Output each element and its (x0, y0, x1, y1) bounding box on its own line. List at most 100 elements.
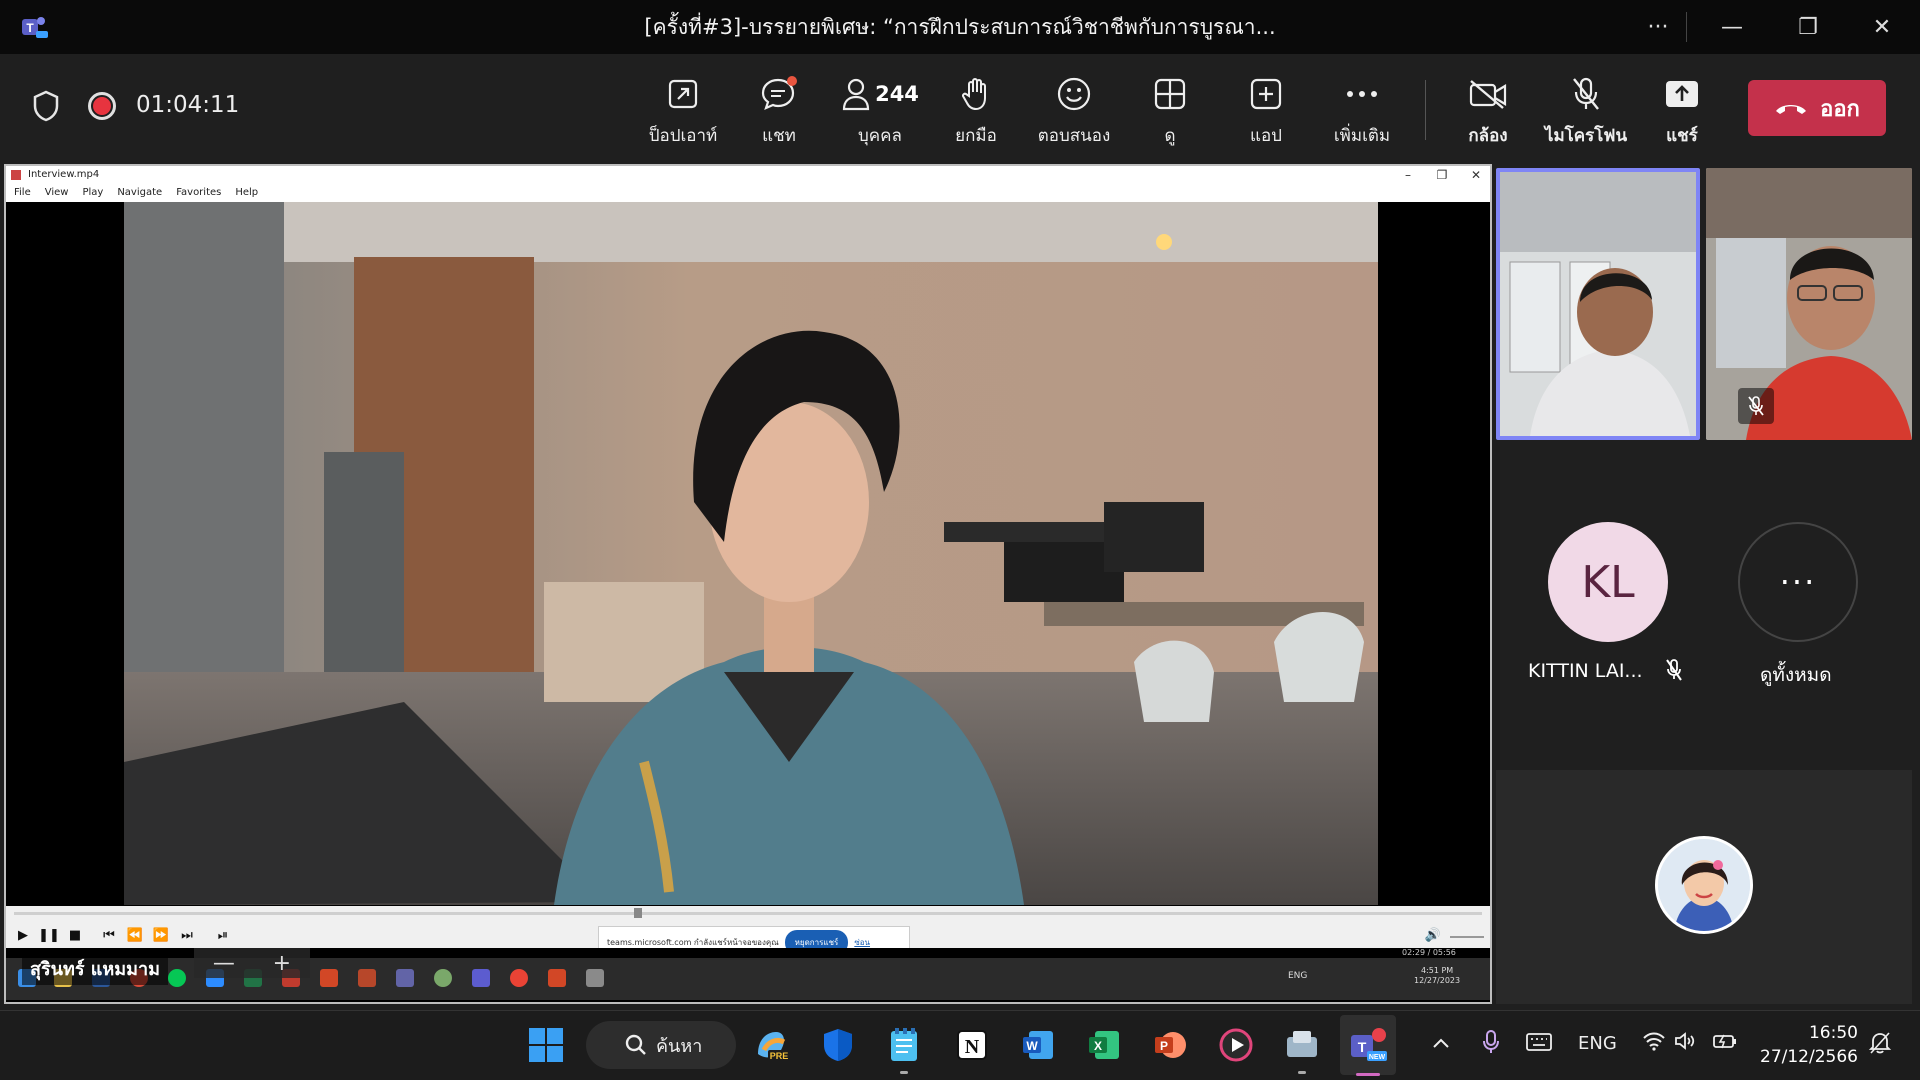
menu-play[interactable]: Play (82, 184, 103, 202)
participant-avatar-kl[interactable]: KL (1548, 522, 1668, 642)
inner-lang: ENG (1288, 971, 1308, 981)
menu-file[interactable]: File (14, 184, 31, 202)
svg-text:NEW: NEW (1369, 1054, 1386, 1061)
word-taskbar-icon[interactable]: W (1018, 1025, 1058, 1065)
share-button[interactable]: แชร์ (1634, 72, 1730, 156)
view-button[interactable]: ดู (1122, 72, 1218, 156)
share-label: แชร์ (1666, 126, 1698, 146)
more-options-button[interactable]: ··· (1628, 0, 1688, 54)
sharing-notice-text: teams.microsoft.com กำลังแชร์หน้าจอของคุ… (607, 937, 779, 947)
language-indicator[interactable]: ENG (1578, 1033, 1617, 1054)
toolbar-divider (1425, 80, 1426, 140)
inner-clock: 4:51 PM 12/27/2023 (1414, 966, 1460, 986)
keyboard-icon[interactable] (1526, 1033, 1552, 1056)
seek-thumb[interactable] (634, 908, 642, 918)
mic-button[interactable]: ไมโครโฟน (1536, 72, 1636, 156)
player-restore-icon[interactable]: ❐ (1424, 166, 1460, 184)
hang-up-icon (1776, 105, 1807, 114)
apps-button[interactable]: แอป (1218, 72, 1314, 156)
fast-forward-icon[interactable]: ⏩ (150, 926, 172, 946)
people-label: บุคคล (858, 126, 902, 146)
play-icon[interactable]: ▶ (12, 926, 34, 946)
menu-view[interactable]: View (45, 184, 69, 202)
app2-icon (434, 969, 452, 987)
restore-button[interactable]: ❐ (1778, 0, 1838, 54)
menu-navigate[interactable]: Navigate (117, 184, 162, 202)
more-button[interactable]: เพิ่มเติม (1314, 72, 1410, 156)
app-icon (358, 969, 376, 987)
share-icon (1664, 72, 1700, 116)
participant-video-tile-2[interactable] (1706, 168, 1912, 440)
video-content (124, 202, 1378, 905)
rewind-icon[interactable]: ⏪ (124, 926, 146, 946)
menu-help[interactable]: Help (235, 184, 258, 202)
taskbar-search[interactable]: ค้นหา (586, 1021, 736, 1069)
volume-taskbar-icon[interactable] (1674, 1031, 1696, 1056)
view-all-label: ดูทั้งหมด (1760, 664, 1832, 686)
divider (1686, 12, 1687, 42)
volume-slider[interactable] (1450, 936, 1484, 938)
wifi-icon[interactable] (1642, 1031, 1666, 1056)
camera-off-icon (1468, 72, 1508, 116)
clock-date: 27/12/2566 (1760, 1047, 1858, 1067)
inner-clock-date: 12/27/2023 (1414, 976, 1461, 985)
media-player-title: Interview.mp4 (6, 166, 1490, 184)
stop-icon[interactable]: ■ (64, 926, 86, 946)
player-close-icon[interactable]: ✕ (1458, 166, 1490, 184)
microphone-icon[interactable] (1482, 1029, 1500, 1060)
battery-icon[interactable] (1712, 1031, 1738, 1056)
raise-hand-button[interactable]: ยกมือ (928, 72, 1024, 156)
leave-button[interactable]: ออก (1748, 80, 1886, 136)
frame-step-icon[interactable]: ⏯ (212, 926, 234, 946)
app-folder-icon[interactable] (1282, 1025, 1322, 1065)
zoom-controls: — + (194, 948, 310, 978)
defender-shield-icon[interactable] (818, 1025, 858, 1065)
show-hidden-icons[interactable] (1432, 1033, 1450, 1054)
clock-time: 16:50 (1808, 1023, 1858, 1043)
ellipsis-icon (1345, 72, 1379, 116)
menu-favorites[interactable]: Favorites (176, 184, 221, 202)
kl-muted-icon (1664, 658, 1684, 686)
camera-button[interactable]: กล้อง (1440, 72, 1536, 156)
react-button[interactable]: ตอบสนอง (1024, 72, 1124, 156)
shield-icon[interactable] (32, 90, 60, 126)
popout-icon (666, 72, 700, 116)
media-play-icon[interactable] (1216, 1025, 1256, 1065)
close-button[interactable]: ✕ (1852, 0, 1912, 54)
svg-text:N: N (965, 1036, 980, 1058)
chat-button[interactable]: แชท (731, 72, 827, 156)
people-button[interactable]: 244 บุคคล (830, 72, 930, 156)
volume-icon[interactable]: 🔊 (1422, 926, 1444, 946)
self-avatar[interactable] (1655, 836, 1753, 934)
view-all-button[interactable]: ··· (1738, 522, 1858, 642)
chat-label: แชท (762, 126, 796, 146)
zoom-in-icon[interactable]: + (273, 951, 291, 976)
seek-bar[interactable] (14, 912, 1482, 915)
windows-start-icon[interactable] (526, 1025, 566, 1065)
participant-video-tile-1[interactable] (1496, 168, 1700, 440)
powerpoint-icon (320, 969, 338, 987)
powerpoint2-icon (548, 969, 566, 987)
teams-taskbar-icon[interactable]: T NEW (1348, 1025, 1388, 1065)
previous-icon[interactable]: ⏮ (98, 926, 120, 946)
copilot-icon[interactable]: PRE (752, 1025, 792, 1065)
player-minimize-icon[interactable]: – (1390, 166, 1426, 184)
presenter-name: สุรินทร์ แหมมาม (22, 952, 168, 985)
apps-label: แอป (1250, 126, 1282, 146)
svg-text:P: P (1160, 1039, 1168, 1053)
next-icon[interactable]: ⏭ (176, 926, 198, 946)
grid-icon (1153, 72, 1187, 116)
notification-bell-icon[interactable] (1868, 1031, 1892, 1060)
popout-button[interactable]: ป็อปเอาท์ (635, 72, 731, 156)
zoom-out-icon[interactable]: — (213, 951, 235, 976)
taskbar-clock[interactable]: 16:50 27/12/2566 (1760, 1021, 1858, 1069)
minimize-button[interactable]: — (1702, 0, 1762, 54)
playback-time: 02:29 / 05:56 (1402, 948, 1456, 957)
excel-taskbar-icon[interactable]: X (1084, 1025, 1124, 1065)
notepad-icon[interactable] (884, 1025, 924, 1065)
pause-icon[interactable]: ❚❚ (38, 926, 60, 946)
notion-icon[interactable]: N (952, 1025, 992, 1065)
powerpoint-taskbar-icon[interactable]: P (1150, 1025, 1190, 1065)
running-indicator (900, 1071, 908, 1074)
hide-notice-link[interactable]: ซ่อน (854, 936, 870, 949)
